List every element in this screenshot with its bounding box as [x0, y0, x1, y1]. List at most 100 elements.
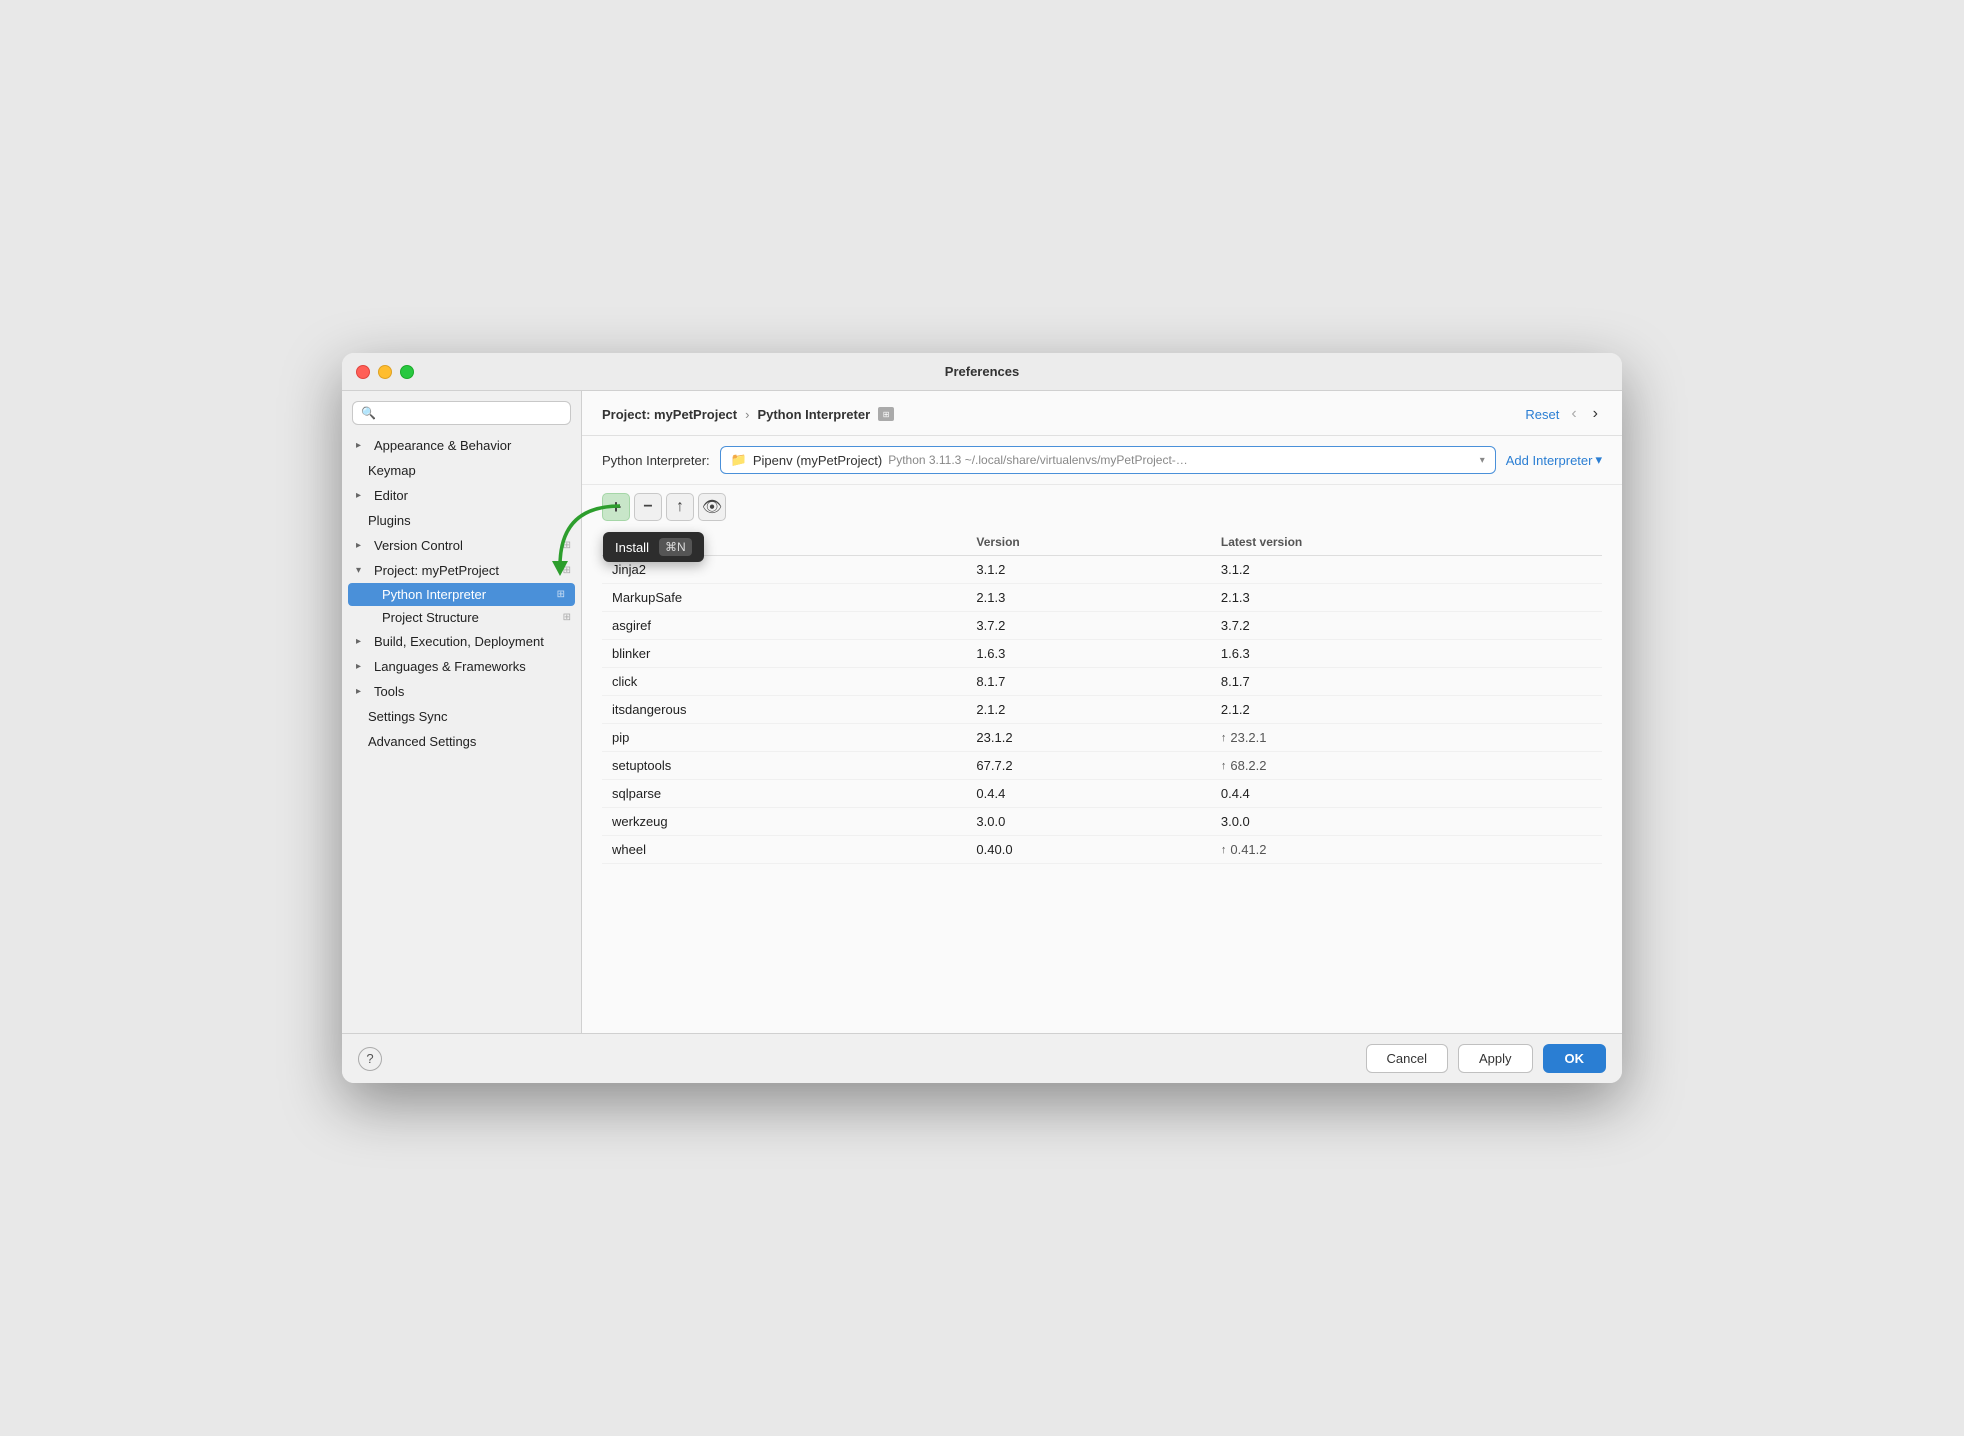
breadcrumb-nav: Reset ‹ ›: [1525, 403, 1602, 425]
sidebar-item-version-control[interactable]: ▸ Version Control ⊞: [342, 533, 581, 558]
sidebar-item-keymap[interactable]: Keymap: [342, 458, 581, 483]
col-version: Version: [966, 529, 1210, 556]
search-bar: 🔍: [342, 391, 581, 433]
package-name: itsdangerous: [602, 696, 966, 724]
sidebar-item-label: Appearance & Behavior: [374, 438, 511, 453]
table-row[interactable]: asgiref3.7.23.7.2: [602, 612, 1602, 640]
sidebar-item-languages[interactable]: ▸ Languages & Frameworks: [342, 654, 581, 679]
tooltip-shortcut: ⌘N: [659, 538, 692, 556]
package-latest: ↑ 68.2.2: [1211, 752, 1602, 780]
table-row[interactable]: pip23.1.2↑ 23.2.1: [602, 724, 1602, 752]
table-row[interactable]: setuptools67.7.2↑ 68.2.2: [602, 752, 1602, 780]
sidebar-item-label: Python Interpreter: [382, 587, 486, 602]
upgrade-package-button[interactable]: ↑: [666, 493, 694, 521]
package-version: 1.6.3: [966, 640, 1210, 668]
chevron-icon: ▾: [356, 565, 368, 576]
table-row[interactable]: click8.1.78.1.7: [602, 668, 1602, 696]
packages-table: Package Version Latest version Jinja23.1…: [582, 529, 1622, 1033]
sidebar-item-project-structure[interactable]: Project Structure ⊞: [342, 606, 581, 629]
package-latest: 2.1.3: [1211, 584, 1602, 612]
dropdown-chevron-icon: ▾: [1480, 455, 1485, 466]
bottom-bar: ? Cancel Apply OK: [342, 1033, 1622, 1083]
breadcrumb-icon: ⊞: [878, 407, 894, 421]
package-version: 3.1.2: [966, 556, 1210, 584]
search-wrapper[interactable]: 🔍: [352, 401, 571, 425]
sidebar-item-label: Plugins: [368, 513, 411, 528]
table-row[interactable]: wheel0.40.0↑ 0.41.2: [602, 836, 1602, 864]
tooltip-label: Install: [615, 540, 649, 555]
interpreter-path: Python 3.11.3 ~/.local/share/virtualenvs…: [888, 453, 1474, 467]
sidebar-item-label: Project: myPetProject: [374, 563, 499, 578]
package-version: 2.1.2: [966, 696, 1210, 724]
help-button[interactable]: ?: [358, 1047, 382, 1071]
plus-icon: +: [611, 498, 622, 516]
remove-package-button[interactable]: −: [634, 493, 662, 521]
package-version: 0.40.0: [966, 836, 1210, 864]
sidebar-item-label: Keymap: [368, 463, 416, 478]
table-row[interactable]: Jinja23.1.23.1.2: [602, 556, 1602, 584]
upgrade-arrow-icon: ↑: [1221, 844, 1227, 856]
sidebar-item-appearance[interactable]: ▸ Appearance & Behavior: [342, 433, 581, 458]
window-title: Preferences: [945, 364, 1019, 379]
chevron-icon: ▸: [356, 686, 368, 697]
package-name: asgiref: [602, 612, 966, 640]
sidebar-item-plugins[interactable]: Plugins: [342, 508, 581, 533]
sidebar-item-project[interactable]: ▾ Project: myPetProject ⊞: [342, 558, 581, 583]
package-latest: 3.0.0: [1211, 808, 1602, 836]
sidebar-item-python-interpreter[interactable]: Python Interpreter ⊞: [348, 583, 575, 606]
apply-button[interactable]: Apply: [1458, 1044, 1533, 1073]
reset-link[interactable]: Reset: [1525, 407, 1559, 422]
grid-icon: ⊞: [563, 565, 571, 576]
minus-icon: −: [643, 498, 652, 516]
eye-button[interactable]: 👁: [698, 493, 726, 521]
package-latest: 3.1.2: [1211, 556, 1602, 584]
package-version: 2.1.3: [966, 584, 1210, 612]
package-version: 0.4.4: [966, 780, 1210, 808]
close-button[interactable]: [356, 365, 370, 379]
package-latest: ↑ 0.41.2: [1211, 836, 1602, 864]
sidebar-item-tools[interactable]: ▸ Tools: [342, 679, 581, 704]
package-latest: ↑ 23.2.1: [1211, 724, 1602, 752]
packages-toolbar: + Install ⌘N − ↑ 👁: [582, 485, 1622, 529]
package-version: 67.7.2: [966, 752, 1210, 780]
breadcrumb-page: Python Interpreter: [757, 407, 870, 422]
interpreter-dropdown[interactable]: 📁 Pipenv (myPetProject) Python 3.11.3 ~/…: [720, 446, 1496, 474]
package-latest: 8.1.7: [1211, 668, 1602, 696]
ok-button[interactable]: OK: [1543, 1044, 1607, 1073]
chevron-icon: ▸: [356, 490, 368, 501]
install-tooltip: Install ⌘N: [603, 532, 704, 562]
main-panel: Project: myPetProject › Python Interpret…: [582, 391, 1622, 1033]
search-input[interactable]: [382, 406, 562, 420]
search-icon: 🔍: [361, 406, 376, 420]
package-latest: 1.6.3: [1211, 640, 1602, 668]
table-row[interactable]: blinker1.6.31.6.3: [602, 640, 1602, 668]
sidebar-item-build[interactable]: ▸ Build, Execution, Deployment: [342, 629, 581, 654]
cancel-button[interactable]: Cancel: [1366, 1044, 1448, 1073]
packages-area: + Install ⌘N − ↑ 👁: [582, 485, 1622, 1033]
sidebar-item-label: Project Structure: [382, 610, 479, 625]
table-row[interactable]: itsdangerous2.1.22.1.2: [602, 696, 1602, 724]
add-package-button[interactable]: + Install ⌘N: [602, 493, 630, 521]
breadcrumb-bar: Project: myPetProject › Python Interpret…: [582, 391, 1622, 436]
table-row[interactable]: MarkupSafe2.1.32.1.3: [602, 584, 1602, 612]
package-version: 3.7.2: [966, 612, 1210, 640]
table-header: Package Version Latest version: [602, 529, 1602, 556]
sidebar-item-settings-sync[interactable]: Settings Sync: [342, 704, 581, 729]
maximize-button[interactable]: [400, 365, 414, 379]
table-row[interactable]: sqlparse0.4.40.4.4: [602, 780, 1602, 808]
packages-list: Package Version Latest version Jinja23.1…: [602, 529, 1602, 864]
main-content: 🔍 ▸ Appearance & Behavior Keymap ▸ Edito…: [342, 391, 1622, 1033]
sidebar-item-editor[interactable]: ▸ Editor: [342, 483, 581, 508]
minimize-button[interactable]: [378, 365, 392, 379]
interpreter-icon: 📁: [731, 452, 747, 468]
back-arrow[interactable]: ‹: [1567, 403, 1580, 425]
upgrade-version: ↑ 0.41.2: [1221, 842, 1592, 857]
sidebar-item-label: Settings Sync: [368, 709, 448, 724]
table-row[interactable]: werkzeug3.0.03.0.0: [602, 808, 1602, 836]
sidebar: 🔍 ▸ Appearance & Behavior Keymap ▸ Edito…: [342, 391, 582, 1033]
sidebar-item-advanced[interactable]: Advanced Settings: [342, 729, 581, 754]
eye-icon: 👁: [702, 497, 722, 517]
forward-arrow[interactable]: ›: [1589, 403, 1602, 425]
add-interpreter-button[interactable]: Add Interpreter ▾: [1506, 452, 1602, 468]
interpreter-label: Python Interpreter:: [602, 453, 710, 468]
